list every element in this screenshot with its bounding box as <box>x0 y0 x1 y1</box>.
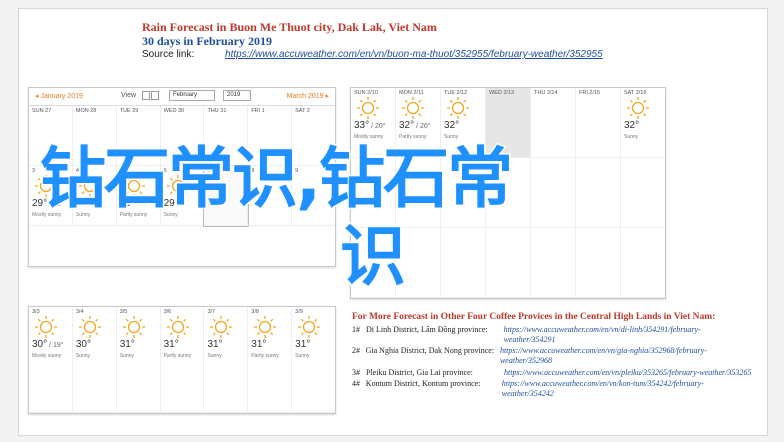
forecast-link[interactable]: https://www.accuweather.com/en/vn/kon-tu… <box>502 379 752 399</box>
forecast-link[interactable]: https://www.accuweather.com/en/vn/pleiku… <box>504 368 751 378</box>
high-temp: 30° <box>75 339 91 350</box>
prev-month-link[interactable]: ◂ January 2019 <box>35 92 83 100</box>
day-label: SUN 27 <box>32 108 52 114</box>
year-select[interactable]: 2019 <box>223 90 251 101</box>
day-cell[interactable]: 3/3 30° / 19° Mostly sunny <box>29 307 73 413</box>
forecast-link-item: 3# Pleiku District, Gia Lai province: http… <box>352 368 752 378</box>
day-cell[interactable]: 3/4 30° Sunny <box>72 307 117 413</box>
day-cell[interactable]: 3/6 31° Partly sunny <box>160 307 205 413</box>
high-temp: 31° <box>295 339 311 350</box>
sunny-icon <box>121 314 147 340</box>
high-temp: 30° / 19° <box>32 339 64 350</box>
item-number: 3# <box>352 367 360 377</box>
item-number: 1# <box>352 324 360 334</box>
source-link[interactable]: https://www.accuweather.com/en/vn/buon-m… <box>225 49 603 60</box>
sunny-icon <box>445 95 471 121</box>
more-forecast-list: 1# Di Linh District, Lâm Đồng province: ht… <box>352 325 752 400</box>
calendar-toolbar: ◂ January 2019 View February 2019 March … <box>29 88 335 106</box>
day-cell[interactable]: 3/7 31° Sunny <box>204 307 249 413</box>
header: Rain Forecast in Buon Me Thuot city, Dak… <box>142 20 603 62</box>
weather-desc: Sunny <box>207 353 222 359</box>
forecast-link-item: 2# Gia Nghia District, Dak Nong province:… <box>352 346 752 366</box>
calendar-panel-3: 3/3 30° / 19° Mostly sunny 3/4 30° Sunny 3/5 31… <box>28 306 336 414</box>
district-name: Pleiku District, Gia Lai province: <box>366 367 473 377</box>
district-name: Gia Nghia District, Dak Nong province: <box>365 346 495 355</box>
sunny-icon <box>625 95 651 121</box>
list-view-icon[interactable] <box>142 91 150 100</box>
sunny-icon <box>77 314 103 340</box>
weather-desc: Sunny <box>295 353 310 359</box>
day-label: WED 2/13 <box>489 90 515 96</box>
sunny-icon <box>208 314 234 340</box>
sunny-icon <box>355 95 381 121</box>
low-temp: / 20° <box>414 123 431 130</box>
page-subtitle: 30 days in February 2019 <box>142 34 273 48</box>
forecast-link-item: 4# Kontum District, Kontum province: https… <box>352 379 752 399</box>
view-label: View <box>121 92 137 99</box>
district-name: Kontum District, Kontum province: <box>365 379 481 388</box>
day-label: MON 28 <box>75 108 97 114</box>
day-label: THU 31 <box>207 108 227 114</box>
watermark-line-2: 识 <box>339 217 408 297</box>
day-label: TUE 29 <box>119 108 139 114</box>
item-number: 2# <box>352 346 360 355</box>
sunny-icon <box>165 314 191 340</box>
high-temp: 32° <box>444 120 460 131</box>
high-temp: 32° <box>624 120 640 131</box>
watermark-text: 钻石常识,钻石常 识 <box>38 139 760 297</box>
month-select[interactable]: February <box>169 90 215 101</box>
day-cell[interactable]: 3/9 31° Sunny <box>292 307 336 413</box>
sunny-icon <box>252 314 278 340</box>
day-label: FRI 1 <box>251 108 265 114</box>
sunny-icon <box>33 314 59 340</box>
sunny-icon <box>400 95 426 121</box>
more-forecast-title: For More Forecast in Other Four Coffee P… <box>352 312 716 322</box>
day-cell[interactable]: 3/8 31° Partly sunny <box>248 307 293 413</box>
day-label: WED 30 <box>163 108 185 114</box>
calendar-week-row: 3/3 30° / 19° Mostly sunny 3/4 30° Sunny 3/5 31… <box>29 307 336 413</box>
grid-view-icon[interactable] <box>151 91 159 100</box>
day-label: SAT 2 <box>295 108 310 114</box>
high-temp: 33° / 20° <box>354 120 386 131</box>
high-temp: 32° / 20° <box>399 120 431 131</box>
low-temp: / 19° <box>47 342 64 349</box>
high-temp: 31° <box>119 339 135 350</box>
forecast-link[interactable]: https://www.accuweather.com/en/vn/di-lin… <box>504 325 752 345</box>
low-temp: / 20° <box>369 123 386 130</box>
weather-desc: Mostly sunny <box>32 353 62 359</box>
more-forecast-section: For More Forecast in Other Four Coffee P… <box>352 311 752 399</box>
day-label: THU 2/14 <box>534 90 558 96</box>
weather-desc: Sunny <box>119 353 134 359</box>
next-month-link[interactable]: March 2019 ▸ <box>287 92 329 100</box>
weather-desc: Partly sunny <box>163 353 192 359</box>
sunny-icon <box>296 314 322 340</box>
forecast-link-item: 1# Di Linh District, Lâm Đồng province: ht… <box>352 325 752 345</box>
high-temp: 31° <box>251 339 267 350</box>
high-temp: 31° <box>207 339 223 350</box>
source-label: Source link: <box>142 49 195 60</box>
weather-desc: Sunny <box>75 353 91 359</box>
source-line: Source link: https://www.accuweather.com… <box>142 48 603 62</box>
page-title: Rain Forecast in Buon Me Thuot city, Dak… <box>142 20 437 34</box>
high-temp: 31° <box>163 339 179 350</box>
watermark-line-1: 钻石常识,钻石常 <box>38 139 514 219</box>
district-name: Di Linh District, Lâm Đồng province: <box>365 324 488 334</box>
forecast-link[interactable]: https://www.accuweather.com/en/vn/gia-ng… <box>500 346 752 366</box>
item-number: 4# <box>352 379 360 388</box>
day-cell[interactable]: 3/5 31° Sunny <box>116 307 161 413</box>
day-label: FRI 2/15 <box>579 90 601 96</box>
weather-desc: Partly sunny <box>251 353 279 359</box>
